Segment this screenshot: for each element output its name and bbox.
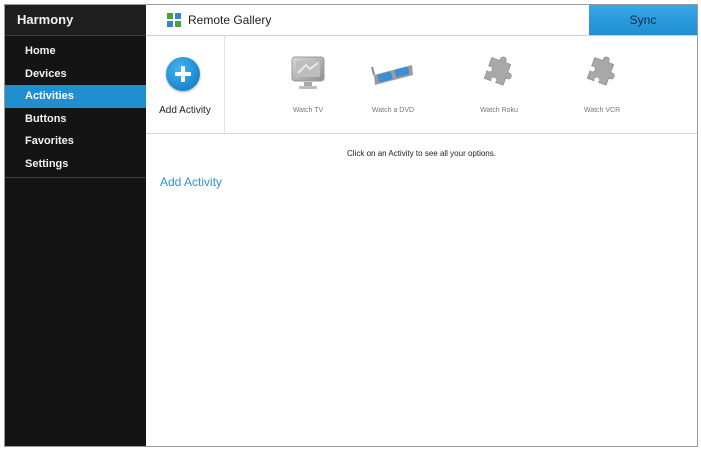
add-circle-icon[interactable] bbox=[166, 57, 200, 91]
sidebar-item-settings[interactable]: Settings bbox=[5, 153, 146, 176]
puzzle-icon bbox=[483, 56, 512, 86]
activity-hint: Click on an Activity to see all your opt… bbox=[347, 149, 496, 158]
sidebar-nav: Home Devices Activities Buttons Favorite… bbox=[5, 40, 146, 175]
activity-label: Watch TV bbox=[292, 107, 324, 114]
sidebar-item-buttons[interactable]: Buttons bbox=[5, 108, 146, 131]
tv-icon bbox=[291, 56, 325, 89]
add-activity-tile[interactable]: Add Activity bbox=[146, 35, 225, 133]
sidebar-item-devices[interactable]: Devices bbox=[5, 63, 146, 86]
activity-watch-roku[interactable]: Watch Roku bbox=[454, 47, 544, 127]
app-brand: Harmony bbox=[5, 5, 146, 36]
activity-watch-vcr[interactable]: Watch VCR bbox=[557, 47, 647, 127]
sidebar-divider bbox=[5, 177, 146, 178]
activity-label: Watch a DVD bbox=[371, 107, 415, 114]
activity-watch-tv[interactable]: Watch TV bbox=[263, 47, 353, 127]
add-activity-label: Add Activity bbox=[159, 105, 211, 116]
app-window: Harmony Home Devices Activities Buttons … bbox=[4, 4, 698, 447]
sidebar: Harmony Home Devices Activities Buttons … bbox=[5, 5, 146, 446]
sidebar-item-activities[interactable]: Activities bbox=[5, 85, 146, 108]
3d-glasses-icon bbox=[371, 65, 413, 85]
sync-button[interactable]: Sync bbox=[589, 5, 697, 35]
add-activity-link[interactable]: Add Activity bbox=[160, 175, 222, 189]
sidebar-item-home[interactable]: Home bbox=[5, 40, 146, 63]
activity-label: Watch Roku bbox=[480, 107, 518, 114]
activity-label: Watch VCR bbox=[583, 107, 621, 114]
activity-row: Add Activity Watch TV Watch a DVD Watch … bbox=[146, 35, 697, 134]
grid-icon bbox=[167, 13, 181, 27]
puzzle-icon bbox=[586, 56, 615, 86]
page-title: Remote Gallery bbox=[188, 13, 272, 27]
header-bar: Remote Gallery Sync bbox=[146, 5, 697, 36]
activity-watch-dvd[interactable]: Watch a DVD bbox=[348, 47, 438, 127]
sidebar-item-favorites[interactable]: Favorites bbox=[5, 130, 146, 153]
